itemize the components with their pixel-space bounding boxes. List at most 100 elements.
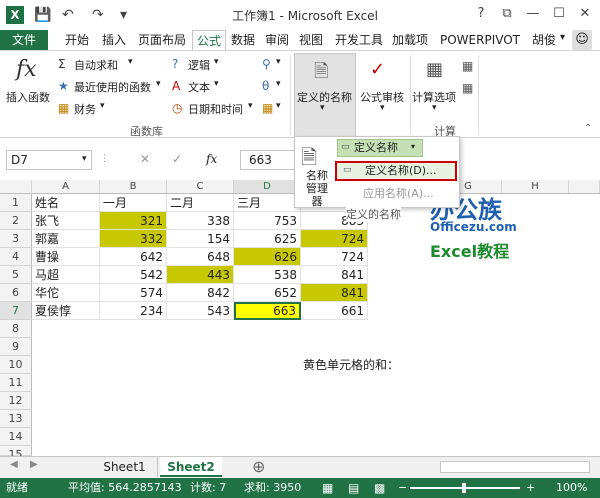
- cell-D2[interactable]: 753: [234, 212, 301, 230]
- cell-B2[interactable]: 321: [100, 212, 167, 230]
- zoom-out-button[interactable]: −: [398, 478, 407, 498]
- row-header[interactable]: 4: [0, 248, 32, 266]
- cell-D1[interactable]: 三月: [234, 194, 301, 212]
- add-sheet-icon[interactable]: ⊕: [252, 457, 265, 476]
- calc-sheet-icon[interactable]: ▦: [462, 81, 473, 95]
- insert-function-button[interactable]: 插入函数: [6, 89, 50, 105]
- recent-functions-button[interactable]: 最近使用的函数: [74, 79, 151, 95]
- cancel-entry-button[interactable]: ✕: [140, 152, 150, 166]
- redo-icon[interactable]: ↷: [92, 6, 104, 24]
- cell-C6[interactable]: 842: [167, 284, 234, 302]
- row-header[interactable]: 15: [0, 446, 32, 461]
- cell-D3[interactable]: 625: [234, 230, 301, 248]
- cell-E5[interactable]: 841: [301, 266, 368, 284]
- save-icon[interactable]: 💾: [34, 6, 51, 24]
- tab-formulas[interactable]: 公式: [192, 30, 226, 50]
- tab-page-layout[interactable]: 页面布局: [134, 30, 190, 50]
- confirm-entry-button[interactable]: ✓: [172, 152, 182, 166]
- cell-C2[interactable]: 338: [167, 212, 234, 230]
- zoom-slider-handle[interactable]: [462, 483, 466, 493]
- row-header[interactable]: 12: [0, 392, 32, 410]
- avatar[interactable]: ☺: [572, 30, 592, 50]
- row-header[interactable]: 2: [0, 212, 32, 230]
- cell-A3[interactable]: 郭嘉: [32, 230, 100, 248]
- chevron-down-icon[interactable]: ▾: [276, 57, 281, 67]
- undo-icon[interactable]: ↶: [62, 6, 74, 24]
- chevron-down-icon[interactable]: ▾: [380, 103, 385, 113]
- sheet-tab-sheet2[interactable]: Sheet2: [160, 457, 222, 477]
- tab-home[interactable]: 开始: [60, 30, 94, 50]
- horizontal-scrollbar[interactable]: [440, 461, 590, 473]
- math-icon[interactable]: θ: [262, 79, 269, 93]
- formula-input[interactable]: 663: [240, 150, 300, 170]
- column-header[interactable]: B: [100, 180, 167, 194]
- cell-D6[interactable]: 652: [234, 284, 301, 302]
- tab-insert[interactable]: 插入: [98, 30, 130, 50]
- cell-E3[interactable]: 724: [301, 230, 368, 248]
- insert-function-icon[interactable]: fx: [16, 57, 37, 82]
- tab-addins[interactable]: 加载项: [390, 30, 430, 50]
- tab-powerpivot[interactable]: POWERPIVOT: [436, 30, 524, 50]
- page-layout-view-icon[interactable]: ▤: [348, 478, 359, 498]
- define-name-menu-item[interactable]: 定义名称(D)...: [335, 161, 457, 181]
- cell-D4[interactable]: 626: [234, 248, 301, 266]
- cell-D5[interactable]: 538: [234, 266, 301, 284]
- chevron-down-icon[interactable]: ▾: [276, 79, 281, 89]
- cell-B4[interactable]: 642: [100, 248, 167, 266]
- cell-B1[interactable]: 一月: [100, 194, 167, 212]
- cell-A2[interactable]: 张飞: [32, 212, 100, 230]
- user-menu-icon[interactable]: ▾: [560, 32, 565, 43]
- chevron-down-icon[interactable]: ▾: [248, 101, 253, 111]
- chevron-down-icon[interactable]: ▾: [128, 57, 133, 67]
- tab-developer[interactable]: 开发工具: [332, 30, 386, 50]
- name-manager-button[interactable]: 名称 管理器: [301, 169, 333, 208]
- cell-C1[interactable]: 二月: [167, 194, 234, 212]
- autosum-button[interactable]: 自动求和: [74, 57, 118, 73]
- chevron-down-icon[interactable]: ▾: [276, 101, 281, 111]
- tab-view[interactable]: 视图: [296, 30, 326, 50]
- lookup-icon[interactable]: ⚲: [262, 57, 271, 71]
- ribbon-display-button[interactable]: ⧉: [496, 4, 518, 24]
- normal-view-icon[interactable]: ▦: [322, 478, 333, 498]
- collapse-ribbon-icon[interactable]: ⌃: [584, 123, 592, 134]
- row-header[interactable]: 7: [0, 302, 32, 320]
- cell-C5[interactable]: 443: [167, 266, 234, 284]
- row-header[interactable]: 13: [0, 410, 32, 428]
- tab-review[interactable]: 审阅: [262, 30, 292, 50]
- sheet-tab-sheet1[interactable]: Sheet1: [92, 457, 158, 477]
- cell-D7-active[interactable]: 663: [234, 302, 301, 320]
- select-all-corner[interactable]: [0, 180, 32, 194]
- row-header[interactable]: 5: [0, 266, 32, 284]
- cell-E10-note[interactable]: 黄色单元格的和：: [303, 356, 399, 374]
- cell-C4[interactable]: 648: [167, 248, 234, 266]
- row-header[interactable]: 14: [0, 428, 32, 446]
- calc-now-icon[interactable]: ▦: [462, 59, 473, 73]
- chevron-down-icon[interactable]: ▾: [214, 57, 219, 67]
- cell-E6[interactable]: 841: [301, 284, 368, 302]
- page-break-view-icon[interactable]: ▩: [374, 478, 385, 498]
- column-header[interactable]: C: [167, 180, 234, 194]
- close-button[interactable]: ✕: [574, 4, 596, 24]
- insert-function-fx-button[interactable]: fx: [206, 152, 217, 166]
- row-header[interactable]: 11: [0, 374, 32, 392]
- datetime-button[interactable]: 日期和时间: [188, 101, 243, 117]
- zoom-level[interactable]: 100%: [556, 478, 587, 498]
- chevron-down-icon[interactable]: ▾: [156, 79, 161, 89]
- cell-B3[interactable]: 332: [100, 230, 167, 248]
- logical-button[interactable]: 逻辑: [188, 57, 210, 73]
- chevron-down-icon[interactable]: ▾: [100, 101, 105, 111]
- cell-A6[interactable]: 华佗: [32, 284, 100, 302]
- row-header[interactable]: 9: [0, 338, 32, 356]
- row-header[interactable]: 6: [0, 284, 32, 302]
- customize-qat-icon[interactable]: ▾: [120, 6, 127, 24]
- user-name[interactable]: 胡俊: [528, 30, 560, 50]
- excel-logo-icon[interactable]: X: [6, 6, 24, 24]
- cell-B7[interactable]: 234: [100, 302, 167, 320]
- row-header[interactable]: 10: [0, 356, 32, 374]
- scroll-left-icon[interactable]: ◀: [10, 459, 18, 470]
- chevron-down-icon[interactable]: ▾: [411, 142, 415, 151]
- cell-A7[interactable]: 夏侯惇: [32, 302, 100, 320]
- chevron-down-icon[interactable]: ▾: [214, 79, 219, 89]
- cell-A5[interactable]: 马超: [32, 266, 100, 284]
- cell-C3[interactable]: 154: [167, 230, 234, 248]
